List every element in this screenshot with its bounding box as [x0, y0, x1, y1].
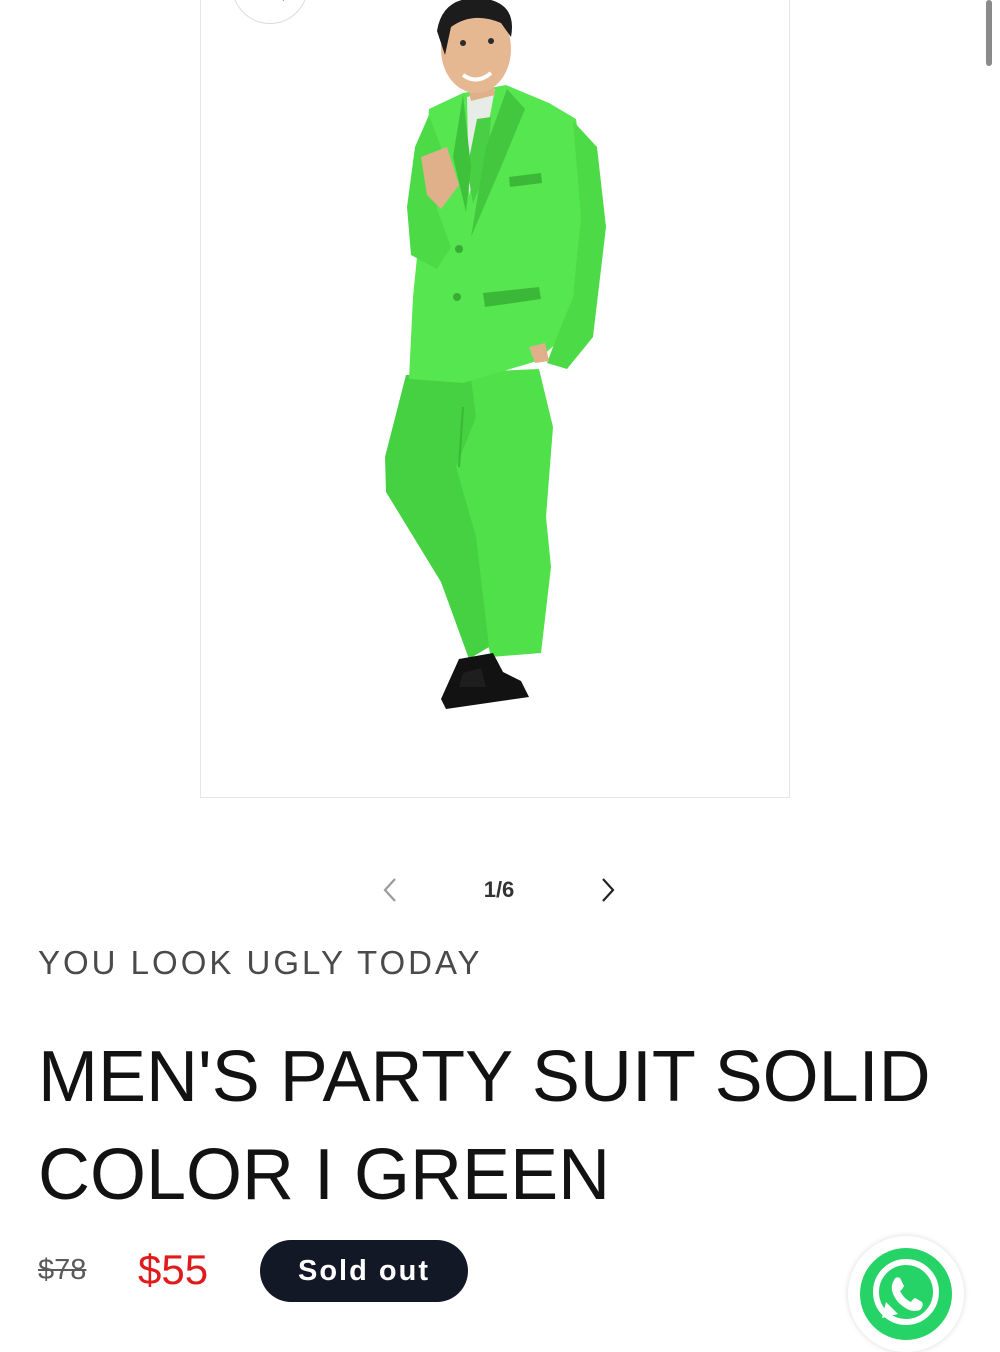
price-row: $78 $55 Sold out	[38, 1238, 798, 1304]
chevron-left-icon	[383, 878, 396, 902]
magnify-icon	[282, 0, 284, 1]
next-slide-button[interactable]	[580, 862, 636, 918]
slide-counter: 1/6	[483, 877, 515, 902]
product-image	[385, 0, 606, 709]
page-scrollbar[interactable]	[986, 0, 992, 66]
whatsapp-icon	[860, 1248, 952, 1340]
previous-slide-button[interactable]	[362, 862, 418, 918]
gallery-slider-nav: 1/6	[360, 862, 640, 918]
sale-price: $55	[138, 1246, 209, 1293]
whatsapp-chat-button[interactable]	[848, 1236, 964, 1352]
product-vendor: YOU LOOK UGLY TODAY	[38, 944, 483, 981]
sold-out-badge: Sold out	[260, 1240, 468, 1302]
product-title: MEN'S PARTY SUIT SOLID COLOR I GREEN	[38, 1037, 931, 1215]
product-media-frame	[200, 0, 790, 798]
compare-at-price: $78	[38, 1254, 87, 1286]
chevron-right-icon	[602, 878, 615, 902]
